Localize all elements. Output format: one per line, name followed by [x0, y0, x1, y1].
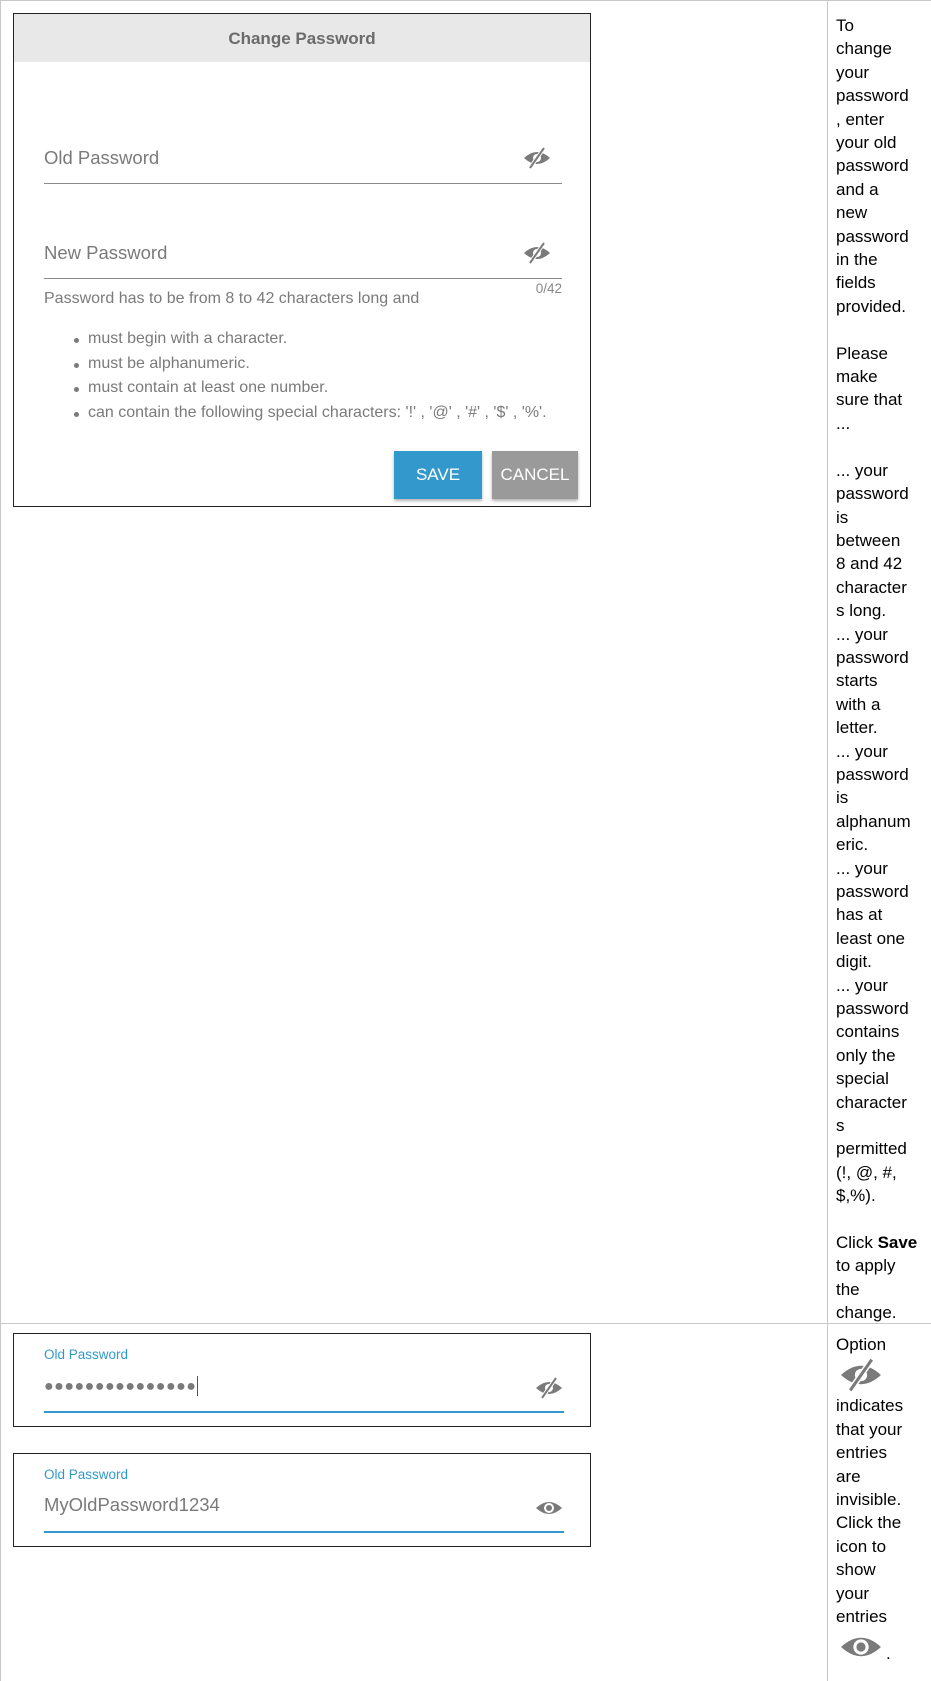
eye-icon[interactable]: [534, 1497, 564, 1519]
old-password-placeholder: Old Password: [44, 147, 160, 168]
column-divider: [827, 1, 828, 1681]
instructions-click-save: Click Save to apply the change.: [836, 1231, 931, 1325]
table-border-left: [0, 1, 1, 1681]
eye-slash-icon: [841, 1358, 881, 1393]
instructions-checks: ... your password is between 8 and 42 ch…: [836, 460, 911, 1206]
rules-list: must begin with a character. must be alp…: [74, 330, 547, 428]
click-suffix: to apply the change.: [836, 1256, 897, 1323]
masked-password-value[interactable]: ●●●●●●●●●●●●●●●: [44, 1374, 199, 1397]
new-password-placeholder: New Password: [44, 242, 168, 263]
eye-line: .: [836, 1628, 931, 1666]
row-divider: [0, 1323, 931, 1324]
rule-item: can contain the following special charac…: [74, 404, 547, 429]
instructions-intro: To change your password , enter your old…: [836, 16, 909, 316]
rule-item: must be alphanumeric.: [74, 355, 547, 380]
text-caret: [197, 1376, 199, 1397]
rule-item: must begin with a character.: [74, 330, 547, 355]
visibility-text: indicates that your entries are invisibl…: [836, 1396, 904, 1627]
new-password-field[interactable]: New Password 0/42: [44, 224, 562, 296]
eye-slash-icon[interactable]: [522, 147, 552, 169]
visibility-explanation: Option indicates that your entries are i…: [836, 1333, 931, 1666]
cancel-button[interactable]: CANCEL: [492, 451, 578, 499]
instructions-text: To change your password , enter your old…: [836, 14, 931, 1325]
save-keyword: Save: [877, 1233, 918, 1253]
character-counter: 0/42: [535, 281, 562, 296]
new-password-underline: [44, 278, 562, 279]
hidden-password-example: Old Password ●●●●●●●●●●●●●●●: [13, 1333, 591, 1427]
visible-password-value[interactable]: MyOldPassword1234: [44, 1494, 220, 1516]
masked-dots: ●●●●●●●●●●●●●●●: [44, 1378, 197, 1395]
focus-underline: [44, 1531, 564, 1533]
field-label: Old Password: [44, 1467, 129, 1482]
click-prefix: Click: [836, 1233, 878, 1253]
save-button[interactable]: SAVE: [394, 451, 482, 499]
rule-item: must contain at least one number.: [74, 379, 547, 404]
field-label: Old Password: [44, 1347, 129, 1362]
visible-password-example: Old Password MyOldPassword1234: [13, 1453, 591, 1547]
dialog-title: Change Password: [14, 14, 590, 62]
instructions-please: Please make sure that ...: [836, 343, 903, 433]
rules-intro: Password has to be from 8 to 42 characte…: [44, 290, 420, 307]
period: .: [886, 1644, 891, 1664]
option-word: Option: [836, 1335, 887, 1354]
change-password-dialog: Change Password Old Password New Passwor…: [13, 13, 591, 507]
eye-slash-icon[interactable]: [522, 242, 552, 264]
eye-icon: [841, 1638, 881, 1657]
eye-slash-icon[interactable]: [534, 1377, 564, 1399]
focus-underline: [44, 1411, 564, 1413]
old-password-field[interactable]: Old Password: [44, 129, 562, 184]
old-password-underline: [44, 183, 562, 184]
